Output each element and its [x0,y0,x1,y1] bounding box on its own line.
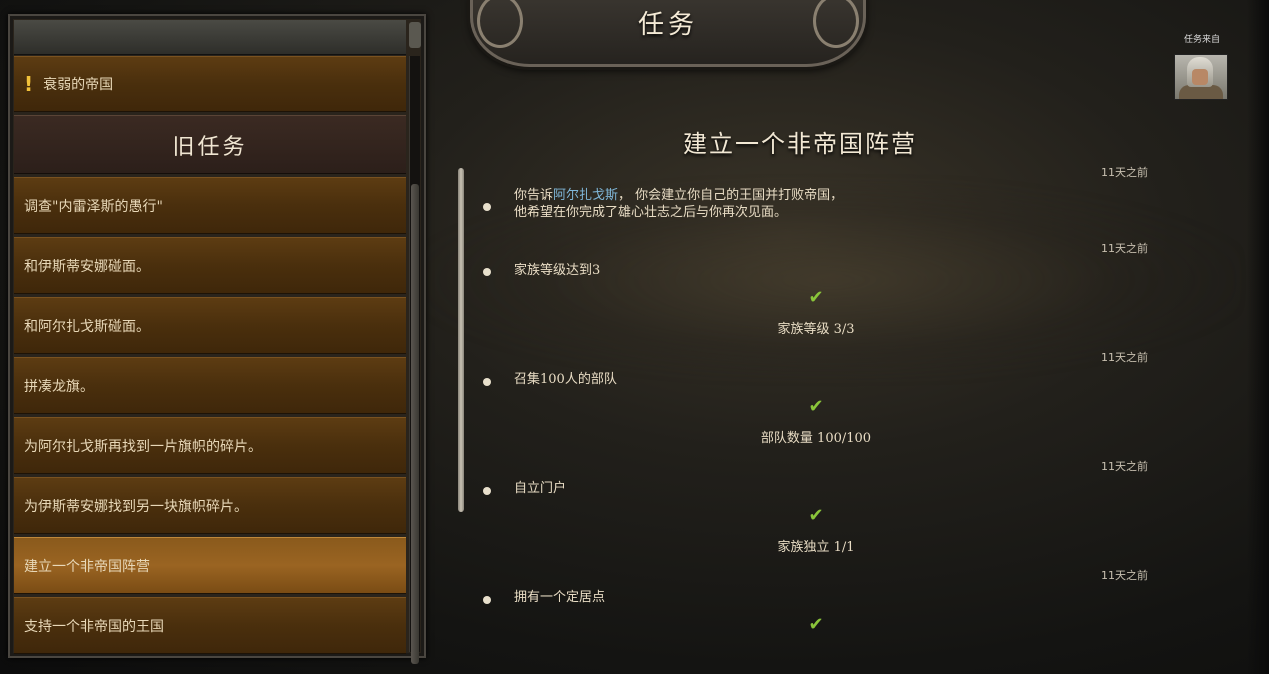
quest-item[interactable]: 支持一个非帝国的王国 [14,597,406,654]
character-link[interactable]: 阿尔扎戈斯 [553,188,618,203]
log-entry-text: 家族等级达到3 [514,263,601,278]
quest-giver-avatar[interactable] [1174,54,1228,100]
quest-item-label: 建立一个非帝国阵营 [24,558,150,575]
log-entry-text: 拥有一个定居点 [514,590,606,605]
quest-item-label: 为阿尔扎戈斯再找到一片旗帜的碎片。 [24,438,262,455]
quest-list-panel: ! 衰弱的帝国 旧任务 调查"内雷泽斯的愚行" 和伊斯蒂安娜碰面。 和阿尔扎戈斯… [8,14,426,664]
quest-item[interactable]: 和伊斯蒂安娜碰面。 [14,237,406,294]
portrait-body [1179,85,1223,99]
quest-item-label: 和伊斯蒂安娜碰面。 [24,258,150,275]
quest-item[interactable]: 调查"内雷泽斯的愚行" [14,177,406,234]
quest-item-label: 衰弱的帝国 [43,77,114,93]
log-text-post: ， 你会建立你自己的王国并打败帝国， [618,188,844,203]
log-bullet [483,268,491,276]
quest-item-selected[interactable]: 建立一个非帝国阵营 [14,537,406,594]
quest-item[interactable]: 为阿尔扎戈斯再找到一片旗帜的碎片。 [14,417,406,474]
section-header-label: 旧任务 [172,134,248,160]
quest-list: ! 衰弱的帝国 旧任务 调查"内雷泽斯的愚行" 和伊斯蒂安娜碰面。 和阿尔扎戈斯… [14,56,406,654]
quest-item[interactable]: 为伊斯蒂安娜找到另一块旗帜碎片。 [14,477,406,534]
scroll-cap [409,22,421,48]
log-timestamp: 11天之前 [1101,242,1148,255]
objective-progress: 部队数量 100/100 [760,431,872,446]
check-icon: ✔ [808,287,824,308]
log-timestamp: 11天之前 [1101,166,1148,179]
quest-item-label: 调查"内雷泽斯的愚行" [24,198,163,215]
log-bullet [483,596,491,604]
log-timestamp: 11天之前 [1101,351,1148,364]
objective-progress: 家族独立 1/1 [777,540,855,555]
quest-item[interactable]: 拼凑龙旗。 [14,357,406,414]
detail-scrollbar[interactable] [458,168,464,512]
log-bullet [483,487,491,495]
quest-list-scroll-thumb[interactable] [411,184,419,664]
right-edge-shade [1247,0,1269,674]
log-entry-text: 召集100人的部队 [514,372,617,387]
log-text-pre: 你告诉 [514,188,554,203]
check-icon: ✔ [808,396,824,417]
quest-item-active[interactable]: ! 衰弱的帝国 [14,56,406,112]
quest-detail-title: 建立一个非帝国阵营 [683,130,917,158]
log-bullet [483,203,491,211]
title-plaque: 任务 [470,0,866,67]
objective-progress: 家族等级 3/3 [777,322,855,337]
check-icon: ✔ [808,505,824,526]
portrait-face [1192,69,1208,85]
log-entry-text: 自立门户 [514,481,567,496]
log-text-line2: 他希望在你完成了雄心壮志之后与你再次见面。 [514,205,788,220]
log-timestamp: 11天之前 [1101,460,1148,473]
quest-giver-label: 任务来自 [1183,35,1220,45]
quest-list-topbar [14,20,406,55]
log-timestamp: 11天之前 [1101,569,1148,582]
page-title: 任务 [637,10,698,40]
exclamation-icon: ! [24,72,34,96]
quest-item-label: 和阿尔扎戈斯碰面。 [24,318,150,335]
old-quests-header: 旧任务 [14,115,406,174]
quest-item-label: 支持一个非帝国的王国 [24,618,164,635]
log-bullet [483,378,491,386]
log-entry-text: 你告诉阿尔扎戈斯， 你会建立你自己的王国并打败帝国， 他希望在你完成了雄心壮志之… [514,187,843,221]
quest-item[interactable]: 和阿尔扎戈斯碰面。 [14,297,406,354]
check-icon: ✔ [808,614,824,635]
quest-item-label: 为伊斯蒂安娜找到另一块旗帜碎片。 [24,498,248,515]
quest-item-label: 拼凑龙旗。 [24,378,94,395]
